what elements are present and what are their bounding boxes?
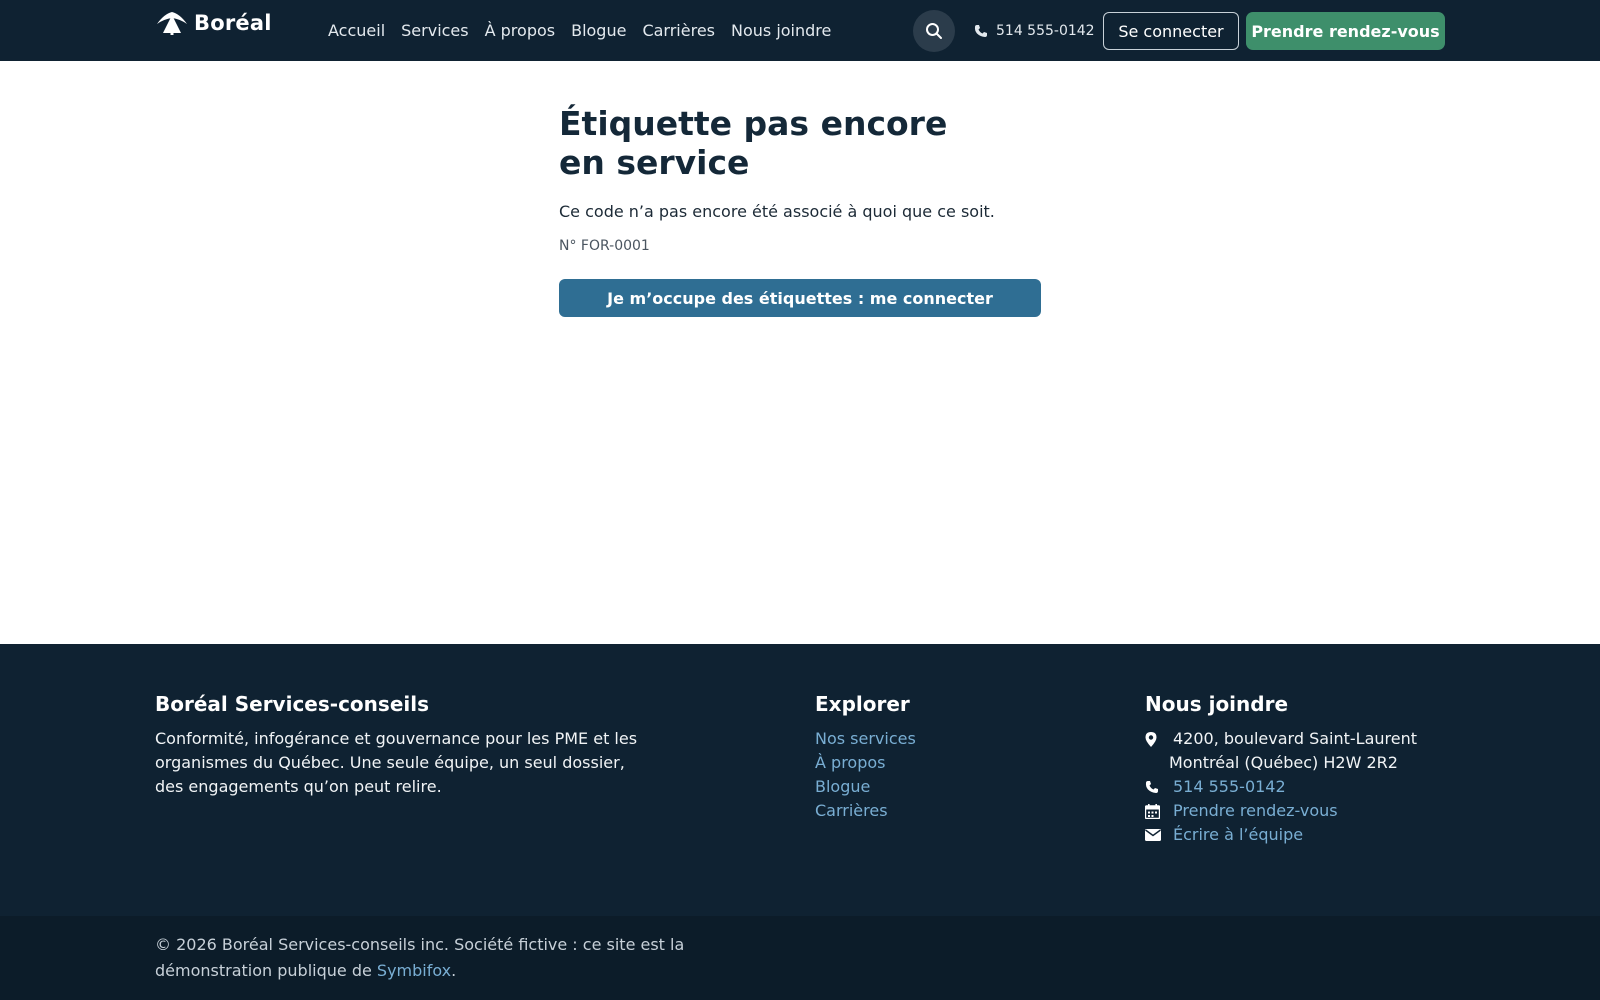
footer-email-link[interactable]: Écrire à l’équipe <box>1173 823 1303 847</box>
footer-address: 4200, boulevard Saint-Laurent Montréal (… <box>1145 727 1417 775</box>
footer-company-description: Conformité, infogérance et gouvernance p… <box>155 729 638 796</box>
envelope-icon <box>1145 823 1173 847</box>
header-phone-number: 514 555-0142 <box>996 23 1095 39</box>
footer-link-blogue[interactable]: Blogue <box>815 775 916 799</box>
footer-bottom-bar: © 2026 Boréal Services-conseils inc. Soc… <box>0 916 1600 1000</box>
calendar-icon <box>1145 799 1173 823</box>
site-header: Boréal Accueil Services À propos Blogue … <box>0 0 1600 61</box>
footer-contact-list: 4200, boulevard Saint-Laurent Montréal (… <box>1145 727 1417 847</box>
footer-company: Boréal Services-conseils Conformité, inf… <box>155 690 645 799</box>
nav-item-services[interactable]: Services <box>401 19 468 43</box>
site-footer: Boréal Services-conseils Conformité, inf… <box>0 644 1600 916</box>
manage-tags-login-button[interactable]: Je m’occupe des étiquettes : me connecte… <box>559 279 1041 317</box>
footer-email-row: Écrire à l’équipe <box>1145 823 1417 847</box>
footer-phone-link[interactable]: 514 555-0142 <box>1173 775 1286 799</box>
phone-icon <box>1145 775 1173 799</box>
appointment-button[interactable]: Prendre rendez-vous <box>1246 12 1445 50</box>
nav-item-nous-joindre[interactable]: Nous joindre <box>731 19 831 43</box>
brand-name: Boréal <box>194 11 272 35</box>
footer-appointment-row: Prendre rendez-vous <box>1145 799 1417 823</box>
login-button[interactable]: Se connecter <box>1103 12 1239 50</box>
search-icon <box>926 23 942 39</box>
nav-item-blogue[interactable]: Blogue <box>571 19 626 43</box>
nav-item-a-propos[interactable]: À propos <box>485 19 555 43</box>
footer-explore-heading: Explorer <box>815 692 910 716</box>
main-content: Étiquette pas encore en service Ce code … <box>559 104 1041 317</box>
status-message: Ce code n’a pas encore été associé à quo… <box>559 202 995 221</box>
footer-address-line2: Montréal (Québec) H2W 2R2 <box>1169 753 1398 772</box>
footer-contact-heading: Nous joindre <box>1145 692 1289 716</box>
search-button[interactable] <box>913 10 955 52</box>
map-pin-icon <box>1145 727 1173 751</box>
symbifox-link[interactable]: Symbifox <box>377 961 451 980</box>
footer-contact: Nous joindre 4200, boulevard Saint-Laure… <box>1145 690 1417 847</box>
footer-appointment-link[interactable]: Prendre rendez-vous <box>1173 799 1338 823</box>
footer-link-a-propos[interactable]: À propos <box>815 751 916 775</box>
header-phone-link[interactable]: 514 555-0142 <box>974 19 1095 43</box>
footer-link-carrieres[interactable]: Carrières <box>815 799 916 823</box>
phone-icon <box>974 25 987 37</box>
main-nav: Accueil Services À propos Blogue Carrièr… <box>320 19 839 43</box>
nav-item-accueil[interactable]: Accueil <box>328 19 385 43</box>
footer-explore-links: Nos services À propos Blogue Carrières <box>815 727 916 823</box>
brand-logo[interactable]: Boréal <box>155 10 272 36</box>
copyright-notice: © 2026 Boréal Services-conseils inc. Soc… <box>155 932 795 984</box>
page-title: Étiquette pas encore en service <box>559 104 948 182</box>
footer-address-text: 4200, boulevard Saint-Laurent Montréal (… <box>1169 727 1418 775</box>
footer-explore: Explorer Nos services À propos Blogue Ca… <box>815 690 916 823</box>
nav-item-carrieres[interactable]: Carrières <box>642 19 715 43</box>
footer-address-line1: 4200, boulevard Saint-Laurent <box>1173 729 1418 748</box>
footer-phone-row: 514 555-0142 <box>1145 775 1417 799</box>
footer-company-heading: Boréal Services-conseils <box>155 692 429 716</box>
footer-link-nos-services[interactable]: Nos services <box>815 727 916 751</box>
tree-logo-icon <box>157 12 187 35</box>
copyright-end: . <box>451 961 457 980</box>
tag-number: N° FOR-0001 <box>559 238 650 254</box>
